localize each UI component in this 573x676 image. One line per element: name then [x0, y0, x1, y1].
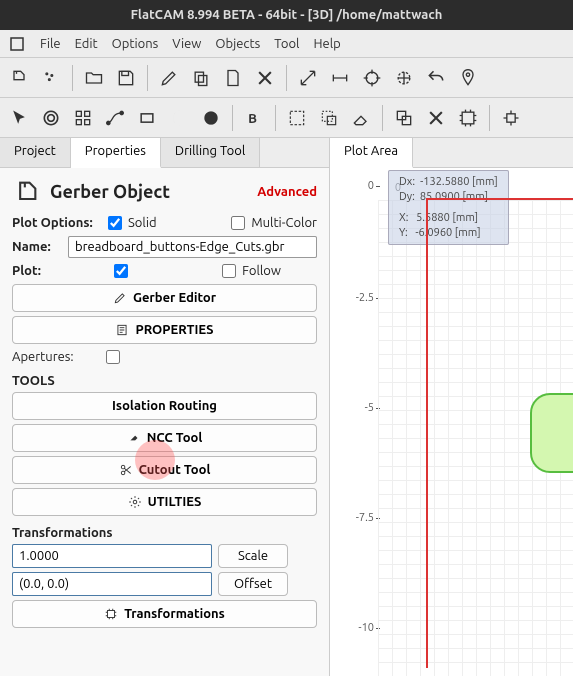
menubar: File Edit Options View Objects Tool Help [0, 30, 573, 58]
y-tick: -5 [365, 402, 374, 414]
plot-checkbox[interactable] [114, 264, 128, 278]
solid-checkbox[interactable] [108, 216, 122, 230]
menu-objects[interactable]: Objects [215, 37, 260, 51]
left-tabs: Project Properties Drilling Tool [0, 138, 329, 168]
y-axis: 0 -2.5 -5 -7.5 -10 [330, 168, 378, 676]
target-icon[interactable] [357, 63, 387, 93]
plot-tabs: Plot Area [330, 138, 573, 168]
name-label: Name: [12, 240, 62, 254]
isolation-routing-button[interactable]: Isolation Routing [12, 392, 317, 420]
grid-icon[interactable] [68, 103, 98, 133]
multicolor-checkbox[interactable] [231, 216, 245, 230]
isolation-routing-label: Isolation Routing [112, 399, 217, 413]
path-icon[interactable] [100, 103, 130, 133]
y-tick: -2.5 [356, 292, 374, 304]
tab-drilling[interactable]: Drilling Tool [161, 138, 260, 167]
toolbar-row-2: B [0, 98, 573, 138]
scale-input[interactable] [12, 544, 212, 568]
open-gerber-icon[interactable] [4, 63, 34, 93]
plot-label: Plot: [12, 264, 62, 278]
save-icon[interactable] [111, 63, 141, 93]
transform-icon[interactable] [453, 103, 483, 133]
plot-area: Plot Area 0 -2.5 -5 -7.5 -10 0 Dx: -132.… [330, 138, 573, 676]
moon-icon[interactable] [164, 103, 194, 133]
menu-view[interactable]: View [172, 37, 201, 51]
ncc-tool-label: NCC Tool [147, 431, 203, 445]
utilities-label: UTILTIES [148, 495, 202, 509]
document-icon[interactable] [218, 63, 248, 93]
plot-canvas[interactable]: 0 -2.5 -5 -7.5 -10 0 Dx: -132.5880 [mm] … [330, 168, 573, 676]
gerber-edge-v [426, 198, 428, 668]
edit-icon[interactable] [154, 63, 184, 93]
open-folder-icon[interactable] [79, 63, 109, 93]
tab-properties[interactable]: Properties [71, 138, 161, 168]
y-tick: -7.5 [356, 512, 374, 524]
rect-icon[interactable] [132, 103, 162, 133]
utilities-button[interactable]: UTILTIES [12, 488, 317, 516]
tools-section-label: TOOLS [12, 374, 317, 388]
tab-plot-area[interactable]: Plot Area [330, 138, 413, 168]
bold-icon[interactable]: B [239, 103, 269, 133]
offset-input[interactable] [12, 572, 212, 596]
pointer-icon[interactable] [4, 103, 34, 133]
name-input[interactable] [68, 236, 317, 258]
transformations-btn-label: Transformations [124, 607, 225, 621]
expand-icon[interactable] [293, 63, 323, 93]
multicolor-label: Multi-Color [251, 216, 317, 230]
plot-options-label: Plot Options: [12, 216, 102, 230]
tab-project[interactable]: Project [0, 138, 71, 167]
solid-label: Solid [128, 216, 157, 230]
window-titlebar: FlatCAM 8.994 BETA - 64bit - [3D] /home/… [0, 0, 573, 30]
menu-file[interactable]: File [40, 37, 61, 51]
measure-icon[interactable] [325, 63, 355, 93]
gerber-edge-h [426, 198, 573, 200]
apertures-label: Apertures: [12, 350, 74, 364]
menu-edit[interactable]: Edit [75, 37, 98, 51]
menu-options[interactable]: Options [112, 37, 159, 51]
apertures-checkbox[interactable] [106, 350, 120, 364]
delete-x-icon[interactable] [421, 103, 451, 133]
y-tick: -10 [358, 622, 374, 634]
move-icon[interactable] [496, 103, 526, 133]
geometry-shape [530, 393, 573, 473]
transformations-section-label: Transformations [12, 526, 317, 540]
scale-button[interactable]: Scale [218, 544, 288, 568]
menu-tool[interactable]: Tool [274, 37, 299, 51]
offset-button[interactable]: Offset [218, 572, 288, 596]
advanced-label[interactable]: Advanced [257, 185, 317, 199]
gerber-editor-label: Gerber Editor [133, 291, 216, 305]
ring-icon[interactable] [36, 103, 66, 133]
properties-label: PROPERTIES [135, 323, 213, 337]
cutout-tool-label: Cutout Tool [139, 463, 211, 477]
properties-button[interactable]: PROPERTIES [12, 316, 317, 344]
gerber-object-icon [12, 178, 40, 206]
follow-checkbox[interactable] [222, 264, 236, 278]
toolbar-row-1 [0, 58, 573, 98]
transformations-button[interactable]: Transformations [12, 600, 317, 628]
origin-icon[interactable] [389, 63, 419, 93]
copy-icon[interactable] [186, 63, 216, 93]
delete-icon[interactable] [250, 63, 280, 93]
select-rect-icon[interactable] [282, 103, 312, 133]
circle-fill-icon[interactable] [196, 103, 226, 133]
y-tick: 0 [368, 180, 374, 192]
ncc-tool-button[interactable]: NCC Tool [12, 424, 317, 452]
coord-readout: Dx: -132.5880 [mm] Dy: 85.0900 [mm] X: 5… [388, 170, 509, 245]
open-excellon-icon[interactable] [36, 63, 66, 93]
window-title: FlatCAM 8.994 BETA - 64bit - [3D] /home/… [8, 8, 565, 22]
panel-title: Gerber Object [50, 182, 247, 202]
app-icon [8, 35, 26, 53]
follow-label: Follow [242, 264, 281, 278]
cutout-tool-button[interactable]: Cutout Tool [12, 456, 317, 484]
gerber-editor-button[interactable]: Gerber Editor [12, 284, 317, 312]
duplicate-icon[interactable] [389, 103, 419, 133]
select-overlap-icon[interactable] [314, 103, 344, 133]
undo-icon[interactable] [421, 63, 451, 93]
pin-icon[interactable] [453, 63, 483, 93]
left-panel: Project Properties Drilling Tool Gerber … [0, 138, 330, 676]
svg-text:B: B [248, 111, 257, 126]
eraser-icon[interactable] [346, 103, 376, 133]
menu-help[interactable]: Help [313, 37, 340, 51]
